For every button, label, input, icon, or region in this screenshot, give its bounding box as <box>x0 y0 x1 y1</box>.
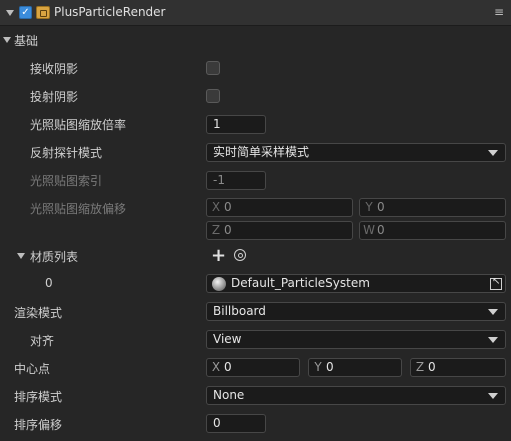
chevron-down-icon <box>488 393 498 399</box>
material-asset-field[interactable]: Default_ParticleSystem <box>206 274 506 293</box>
lightmap-scale-input[interactable]: 1 <box>206 115 266 134</box>
lightmap-offset-w-value: 0 <box>377 223 385 237</box>
receive-shadow-checkbox[interactable] <box>206 61 220 75</box>
pivot-y-value: 0 <box>326 360 334 374</box>
pivot-label: 中心点 <box>14 362 51 376</box>
cast-shadow-checkbox[interactable] <box>206 89 220 103</box>
render-mode-label: 渲染模式 <box>14 306 63 320</box>
lightmap-index-input: -1 <box>206 171 266 190</box>
lightmap-offset-z-field: Z0 <box>206 221 353 240</box>
sort-offset-input[interactable]: 0 <box>206 414 266 433</box>
axis-y-label: Y <box>365 200 373 214</box>
component-menu-icon[interactable]: ≡ <box>494 5 504 19</box>
component-title: PlusParticleRender <box>54 5 166 19</box>
pivot-z-field[interactable]: Z0 <box>410 358 506 377</box>
lightmap-offset-y-field: Y0 <box>359 198 506 217</box>
render-mode-value: Billboard <box>213 304 266 318</box>
alignment-label: 对齐 <box>30 334 55 348</box>
pivot-z-value: 0 <box>428 360 436 374</box>
lightmap-scale-label: 光照贴图缩放倍率 <box>30 118 127 132</box>
lightmap-offset-z-value: 0 <box>224 223 232 237</box>
cast-shadow-label: 投射阴影 <box>30 90 79 104</box>
axis-z-label: Z <box>415 360 425 374</box>
lightmap-offset-label: 光照贴图缩放偏移 <box>30 202 127 216</box>
alignment-value: View <box>213 332 242 346</box>
sort-mode-label: 排序模式 <box>14 390 63 404</box>
axis-z-label: Z <box>211 223 221 237</box>
receive-shadow-label: 接收阴影 <box>30 62 79 76</box>
sort-mode-select[interactable]: None <box>206 386 506 405</box>
collapse-arrow-icon[interactable] <box>6 10 14 16</box>
axis-x-label: X <box>211 360 221 374</box>
lightmap-offset-w-field: W0 <box>359 221 506 240</box>
add-material-icon[interactable]: + <box>211 247 226 265</box>
lightmap-offset-y-value: 0 <box>377 200 385 214</box>
asset-picker-icon[interactable] <box>490 276 502 290</box>
lightmap-offset-x-value: 0 <box>224 200 232 214</box>
material-asset-name: Default_ParticleSystem <box>231 276 370 290</box>
reflection-mode-select[interactable]: 实时简单采样模式 <box>206 143 506 162</box>
sort-offset-label: 排序偏移 <box>14 418 63 432</box>
chevron-down-icon <box>488 150 498 156</box>
pivot-x-value: 0 <box>224 360 232 374</box>
reflection-mode-label: 反射探针模式 <box>30 146 103 160</box>
lightmap-offset-x-field: X0 <box>206 198 353 217</box>
materials-collapse-arrow-icon[interactable] <box>17 253 25 259</box>
axis-y-label: Y <box>314 360 322 374</box>
material-index-label: 0 <box>45 276 53 290</box>
axis-w-label: W <box>363 223 375 237</box>
reflection-mode-value: 实时简单采样模式 <box>213 145 310 159</box>
chevron-down-icon <box>488 309 498 315</box>
axis-x-label: X <box>211 200 221 214</box>
component-enabled-checkbox[interactable]: ✓ <box>19 6 32 19</box>
settings-icon[interactable] <box>234 249 246 261</box>
materials-label: 材质列表 <box>30 250 79 264</box>
chevron-down-icon <box>488 337 498 343</box>
section-collapse-arrow-icon[interactable] <box>3 37 11 43</box>
sort-mode-value: None <box>213 388 245 402</box>
section-title: 基础 <box>14 34 39 48</box>
pivot-y-field[interactable]: Y0 <box>308 358 402 377</box>
lightmap-index-label: 光照贴图索引 <box>30 174 103 188</box>
material-asset-icon <box>212 277 226 291</box>
component-script-icon <box>36 6 50 19</box>
component-header: ✓ PlusParticleRender ≡ <box>0 0 511 26</box>
alignment-select[interactable]: View <box>206 330 506 349</box>
pivot-x-field[interactable]: X0 <box>206 358 300 377</box>
render-mode-select[interactable]: Billboard <box>206 302 506 321</box>
